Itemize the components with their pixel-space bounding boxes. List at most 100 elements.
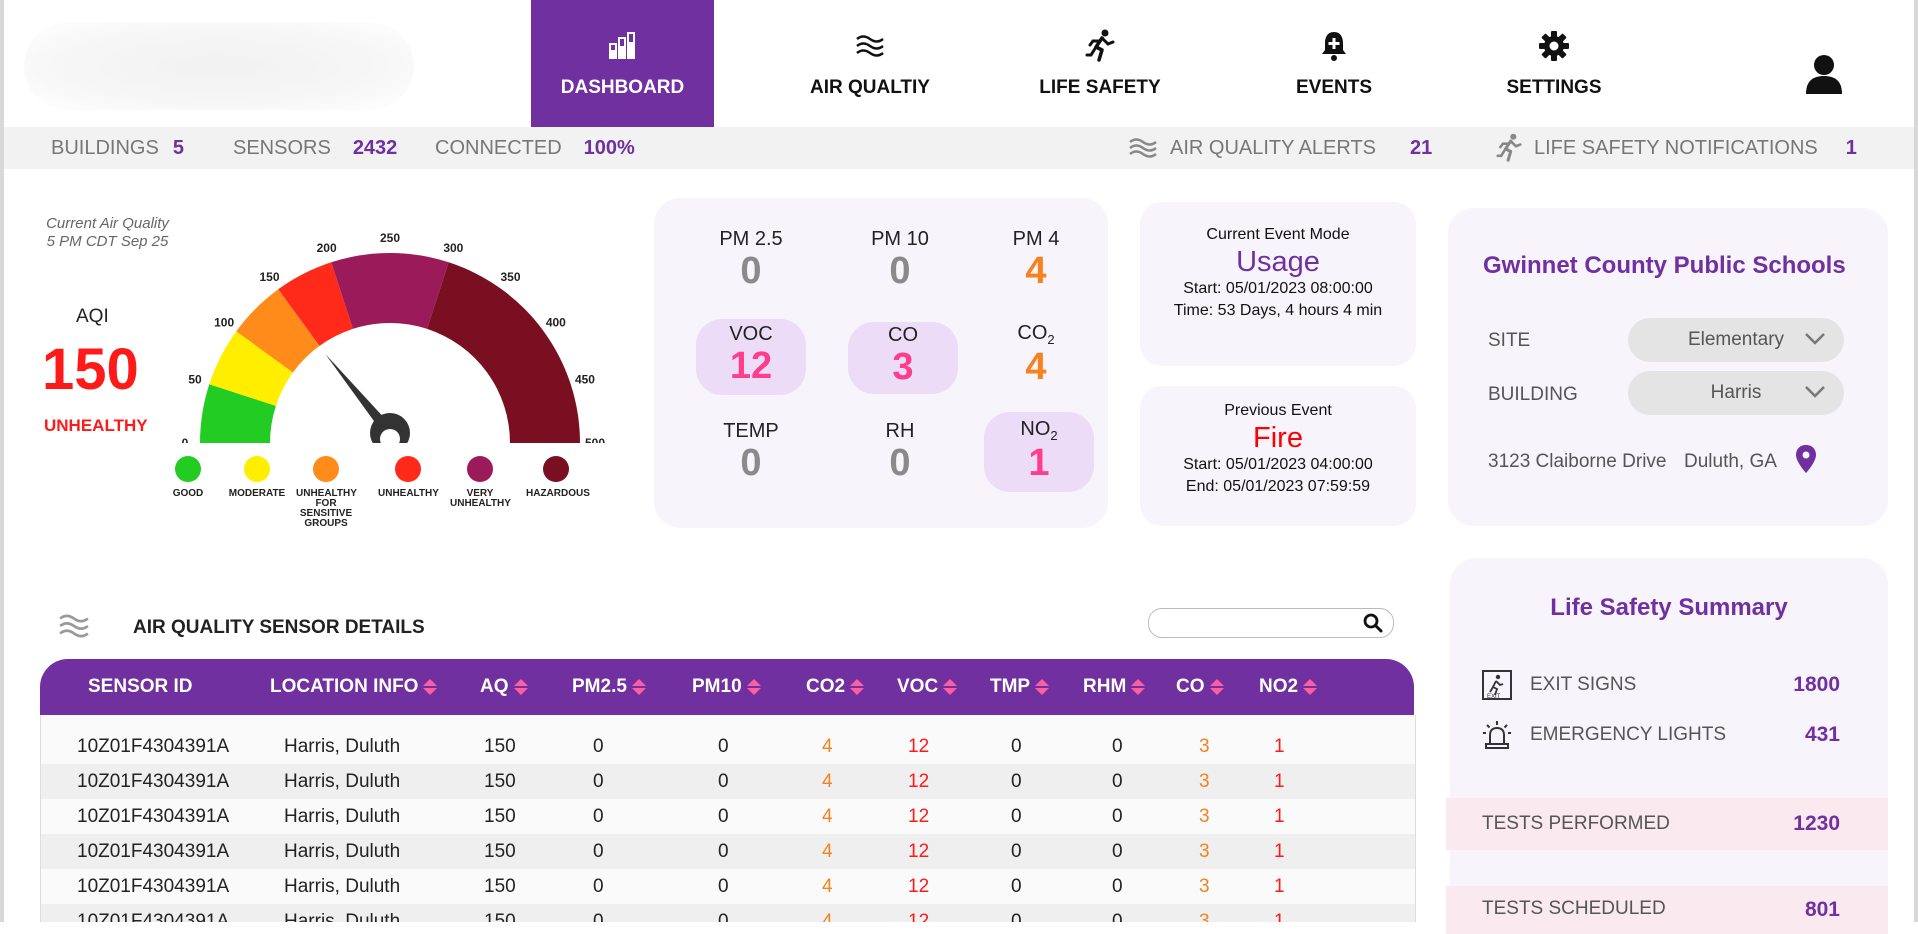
building-dropdown-value: Harris bbox=[1710, 382, 1762, 403]
sort-icon[interactable] bbox=[631, 678, 646, 696]
metric-label-subscript: 2 bbox=[1047, 332, 1055, 347]
stat-air-quality-alerts[interactable]: AIR QUALITY ALERTS 21 bbox=[1128, 127, 1432, 169]
sort-icon[interactable] bbox=[746, 678, 761, 696]
gauge-tick-label: 450 bbox=[575, 373, 595, 387]
sort-icon[interactable] bbox=[513, 678, 528, 696]
metric-label: PM 2.5 bbox=[719, 228, 783, 250]
stat-label: CONNECTED bbox=[435, 136, 562, 159]
column-header[interactable]: TMP bbox=[990, 659, 1050, 715]
metric-value: 4 bbox=[1025, 346, 1047, 388]
sensor-metrics-card: PM 2.5 0 PM 10 0 PM 4 4 VOC 12 CO 3 CO2 … bbox=[654, 198, 1108, 528]
legend-item: UNHEALTHY FOR SENSITIVE GROUPS bbox=[280, 456, 372, 529]
stat-label: AIR QUALITY ALERTS bbox=[1170, 136, 1377, 159]
stat-value: 5 bbox=[172, 136, 184, 159]
table-cell: 0 bbox=[1112, 910, 1123, 923]
nav-life-safety[interactable]: LIFE SAFETY bbox=[1014, 0, 1186, 127]
nav-events[interactable]: EVENTS bbox=[1248, 0, 1420, 127]
stat-buildings: BUILDINGS 5 bbox=[51, 127, 184, 169]
table-cell: 4 bbox=[822, 910, 833, 923]
nav-dashboard[interactable]: DASHBOARD bbox=[531, 0, 714, 127]
previous-event-card[interactable]: Previous Event Fire Start: 05/01/2023 04… bbox=[1140, 386, 1416, 526]
metric-co: CO 3 bbox=[848, 322, 958, 394]
sort-icon[interactable] bbox=[1035, 678, 1050, 696]
air-waves-icon bbox=[58, 612, 90, 645]
bar-chart-icon bbox=[608, 29, 638, 63]
column-header[interactable]: CO bbox=[1176, 659, 1224, 715]
user-account-icon[interactable] bbox=[1804, 54, 1844, 99]
tests-performed-row[interactable]: TESTS PERFORMED 1230 bbox=[1446, 798, 1888, 850]
column-header-label: LOCATION INFO bbox=[270, 676, 419, 697]
sort-icon[interactable] bbox=[1303, 678, 1318, 696]
table-cell: 0 bbox=[718, 770, 729, 792]
exit-signs-row[interactable]: EXIT EXIT SIGNS 1800 bbox=[1480, 668, 1870, 702]
nav-label: EVENTS bbox=[1295, 76, 1373, 98]
nav-settings[interactable]: SETTINGS bbox=[1468, 0, 1640, 127]
bell-plus-icon bbox=[1319, 29, 1349, 63]
search-input[interactable] bbox=[1161, 613, 1355, 631]
metric-voc: VOC 12 bbox=[696, 319, 806, 395]
column-header[interactable]: RHM bbox=[1083, 659, 1146, 715]
metric-label: VOC bbox=[729, 323, 773, 345]
sort-icon[interactable] bbox=[1131, 678, 1146, 696]
nav-air-quality[interactable]: AIR QUALTIY bbox=[784, 0, 956, 127]
sort-icon[interactable] bbox=[850, 678, 865, 696]
metric-label: CO bbox=[888, 324, 918, 346]
metric-label: CO2 bbox=[981, 322, 1091, 347]
table-row[interactable]: 10Z01F4304391A Harris, Duluth 150 0 0 4 12 0 0 3 1 bbox=[41, 729, 1415, 764]
table-row[interactable]: 10Z01F4304391A Harris, Duluth 150 0 0 4 12 0 0 3 1 bbox=[41, 764, 1415, 799]
table-row[interactable]: 10Z01F4304391A Harris, Duluth 150 0 0 4 12 0 0 3 1 bbox=[41, 799, 1415, 834]
column-header-label: PM10 bbox=[692, 676, 742, 697]
column-header[interactable]: LOCATION INFO bbox=[270, 659, 438, 715]
metric-value: 12 bbox=[729, 345, 773, 387]
site-dropdown[interactable]: Elementary bbox=[1628, 318, 1844, 362]
column-header[interactable]: PM10 bbox=[692, 659, 761, 715]
gauge-tick-label: 300 bbox=[443, 241, 463, 255]
metric-label: NO2 bbox=[984, 418, 1094, 443]
tests-scheduled-value: 801 bbox=[1804, 898, 1840, 921]
metric-label-text: CO bbox=[1017, 322, 1048, 344]
table-cell: 0 bbox=[593, 840, 604, 862]
table-cell: Harris, Duluth bbox=[284, 840, 401, 862]
search-icon[interactable] bbox=[1363, 613, 1383, 638]
table-cell: 0 bbox=[718, 910, 729, 923]
building-dropdown[interactable]: Harris bbox=[1628, 371, 1844, 415]
metric-co2: CO2 4 bbox=[981, 322, 1091, 387]
table-cell: 10Z01F4304391A bbox=[77, 805, 230, 827]
tests-scheduled-row[interactable]: TESTS SCHEDULED 801 bbox=[1446, 886, 1888, 934]
nav-label: AIR QUALTIY bbox=[810, 76, 930, 98]
column-header[interactable]: VOC bbox=[897, 659, 958, 715]
aqi-caption-title: Current Air Quality bbox=[46, 215, 169, 232]
sort-icon[interactable] bbox=[943, 678, 958, 696]
table-row[interactable]: 10Z01F4304391A Harris, Duluth 150 0 0 4 12 0 0 3 1 bbox=[41, 869, 1415, 904]
table-cell: 1 bbox=[1274, 840, 1285, 862]
gauge-tick-label: 50 bbox=[188, 373, 202, 387]
table-cell: 150 bbox=[484, 840, 516, 862]
table-row[interactable]: 10Z01F4304391A Harris, Duluth 150 0 0 4 12 0 0 3 1 bbox=[41, 904, 1415, 922]
column-header[interactable]: NO2 bbox=[1259, 659, 1318, 715]
status-bar: BUILDINGS 5 SENSORS 2432 CONNECTED 100% … bbox=[4, 127, 1914, 169]
table-cell: 1 bbox=[1274, 910, 1285, 923]
emergency-lights-label: EMERGENCY LIGHTS bbox=[1530, 724, 1727, 745]
current-event-card[interactable]: Current Event Mode Usage Start: 05/01/20… bbox=[1140, 202, 1416, 366]
aqi-label: AQI bbox=[76, 306, 109, 327]
table-cell: 0 bbox=[1112, 770, 1123, 792]
organization-name: Gwinnet County Public Schools bbox=[1483, 252, 1846, 279]
legend-color-dot bbox=[395, 456, 421, 482]
metric-label: PM 4 bbox=[1012, 228, 1060, 250]
air-waves-icon bbox=[855, 29, 885, 63]
column-header[interactable]: CO2 bbox=[806, 659, 865, 715]
table-cell: 4 bbox=[822, 770, 833, 792]
metric-value: 0 bbox=[740, 250, 762, 292]
sort-icon[interactable] bbox=[423, 678, 438, 696]
column-header[interactable]: SENSOR ID bbox=[88, 659, 193, 715]
emergency-lights-row[interactable]: EMERGENCY LIGHTS 431 bbox=[1480, 718, 1870, 752]
table-cell: 0 bbox=[1112, 735, 1123, 757]
stat-life-safety-notifications[interactable]: LIFE SAFETY NOTIFICATIONS 1 bbox=[1496, 127, 1857, 169]
column-header[interactable]: PM2.5 bbox=[572, 659, 646, 715]
event-mode: Usage bbox=[1236, 246, 1320, 278]
column-header[interactable]: AQ bbox=[480, 659, 528, 715]
table-cell: 1 bbox=[1274, 805, 1285, 827]
map-pin-icon[interactable] bbox=[1794, 444, 1818, 479]
table-row[interactable]: 10Z01F4304391A Harris, Duluth 150 0 0 4 12 0 0 3 1 bbox=[41, 834, 1415, 869]
sort-icon[interactable] bbox=[1209, 678, 1224, 696]
